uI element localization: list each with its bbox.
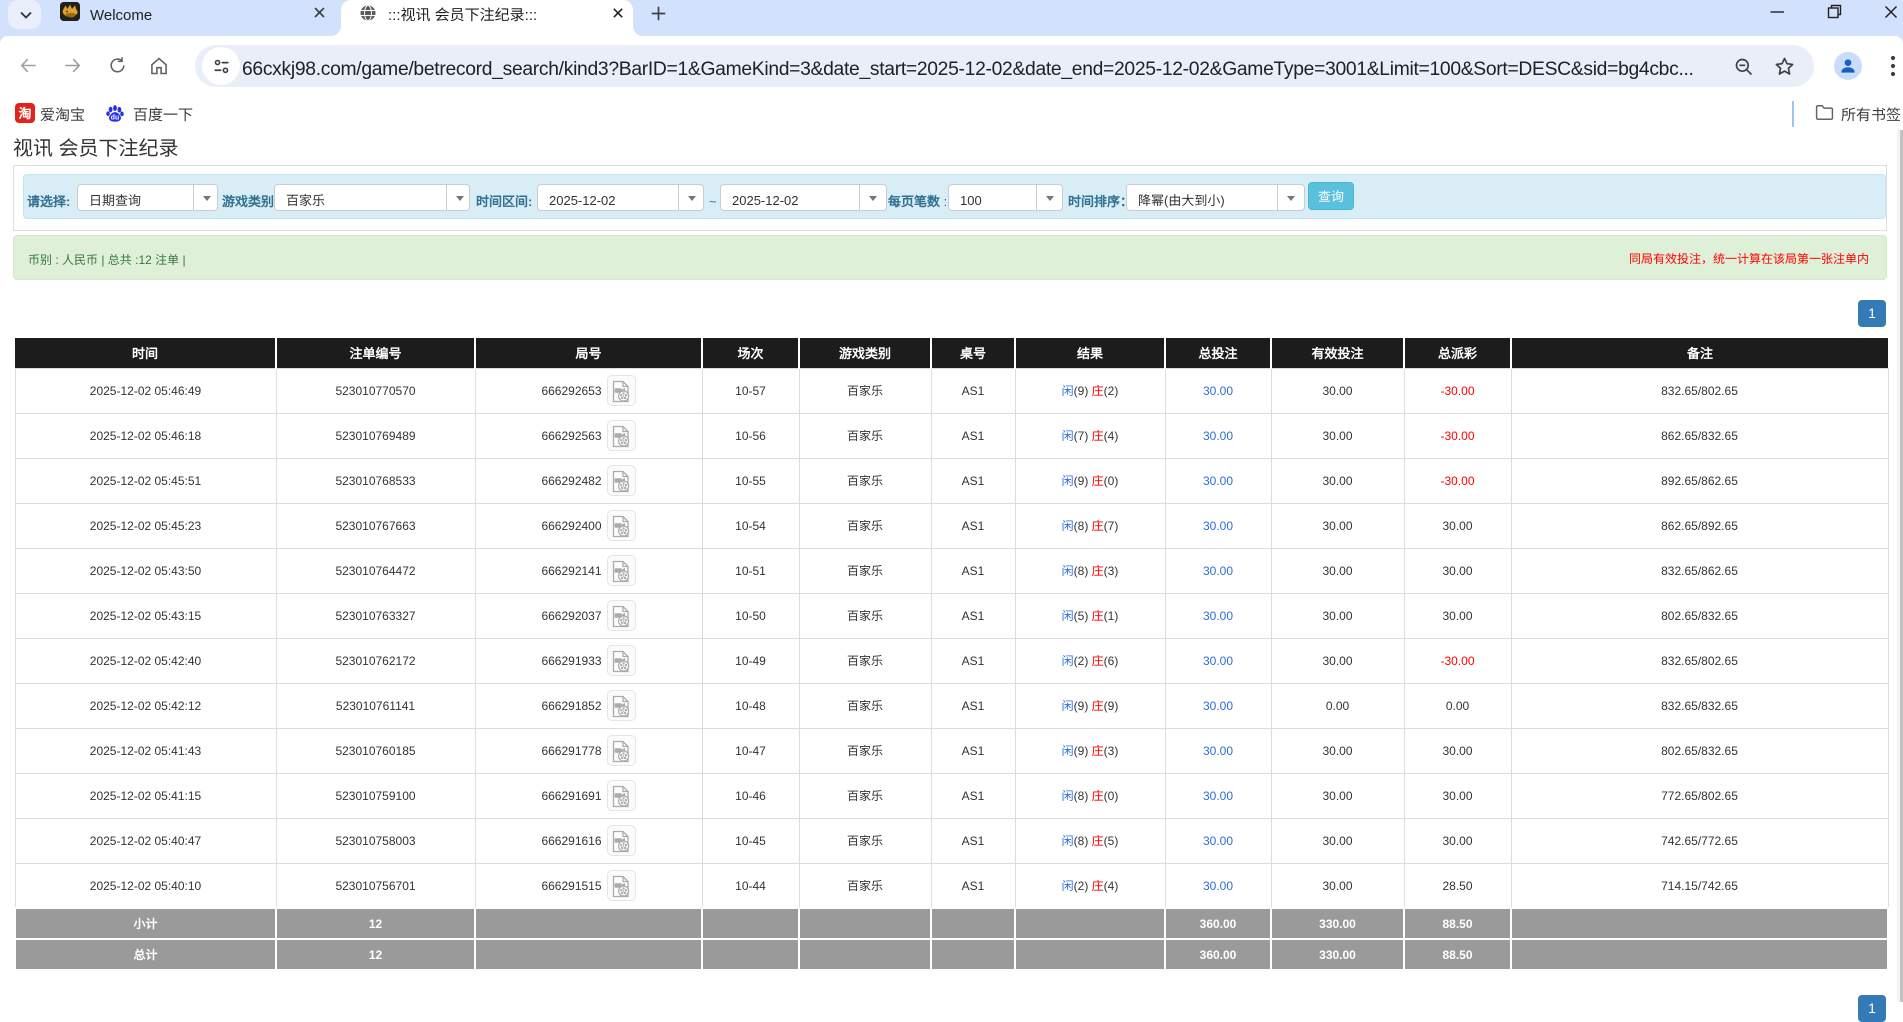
svg-text:du: du xyxy=(111,115,119,122)
